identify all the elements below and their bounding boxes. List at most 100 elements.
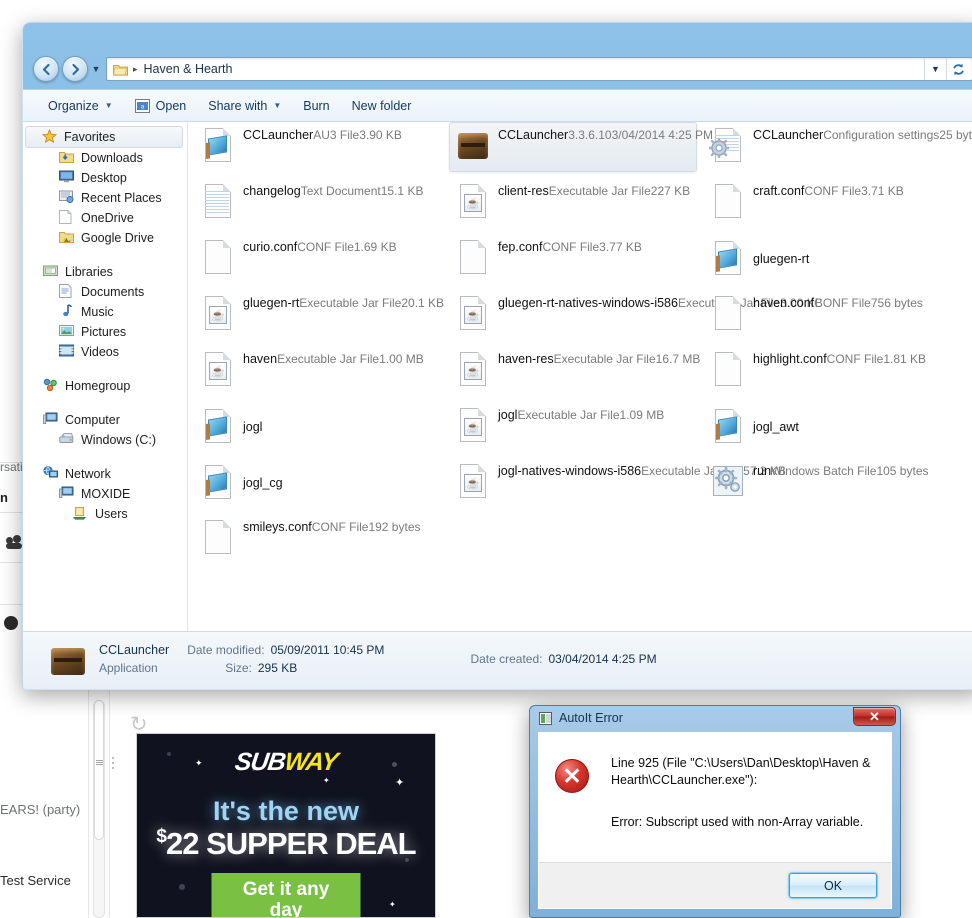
- chat-text-snippet: rsati: [0, 460, 23, 474]
- windows-explorer-window[interactable]: ▼ ▸ Haven & Hearth ▼ Organize ▼ a Open S…: [22, 22, 972, 690]
- burn-button[interactable]: Burn: [292, 95, 340, 117]
- organize-button[interactable]: Organize ▼: [37, 95, 124, 117]
- au3-script-icon: [711, 408, 743, 447]
- sidebar-item-desktop[interactable]: Desktop: [23, 168, 187, 188]
- navigation-pane[interactable]: Favorites Downloads Desktop Recent Place…: [23, 122, 188, 631]
- file-item[interactable]: runWindows Batch File105 bytes: [704, 458, 952, 508]
- sidebar-item-pictures[interactable]: Pictures: [23, 322, 187, 342]
- date-modified-value: 05/09/2011 10:45 PM: [270, 642, 385, 657]
- blank-file-icon: [201, 520, 233, 558]
- jar-file-icon: ☕: [456, 464, 488, 502]
- sidebar-item-onedrive[interactable]: OneDrive: [23, 208, 187, 228]
- sidebar-item-favorites[interactable]: Favorites: [25, 126, 183, 148]
- file-item[interactable]: ☕ client-resExecutable Jar File227 KB: [449, 178, 697, 228]
- overflow-dots-icon: [112, 757, 115, 772]
- share-with-button[interactable]: Share with ▼: [197, 95, 292, 117]
- file-item[interactable]: ☕ gluegen-rt-natives-windows-i586Executa…: [449, 290, 823, 340]
- error-x-icon: ✕: [555, 759, 589, 793]
- file-name: CCLauncher: [498, 128, 569, 142]
- network-icon: [43, 466, 59, 482]
- config-settings-icon: [709, 128, 743, 166]
- documents-icon: [59, 284, 75, 300]
- jar-file-icon: ☕: [456, 184, 488, 222]
- sidebar-item-computer[interactable]: Computer: [23, 410, 187, 430]
- sidebar-item-recent-places[interactable]: Recent Places: [23, 188, 187, 208]
- size-value: 295 KB: [257, 660, 298, 675]
- sidebar-item-documents[interactable]: Documents: [23, 282, 187, 302]
- background-scrollbar-thumb[interactable]: [94, 700, 104, 840]
- file-name: gluegen-rt: [753, 252, 810, 266]
- au3-script-icon: [201, 128, 233, 166]
- desktop-icon: [59, 170, 75, 186]
- file-item[interactable]: jogl_awt: [704, 402, 952, 452]
- breadcrumb-separator-icon: ▸: [133, 63, 138, 74]
- dialog-title-bar[interactable]: AutoIt Error ✕: [530, 706, 900, 730]
- file-size: 1.81 KB: [883, 352, 927, 366]
- autoit-app-icon: [539, 711, 552, 725]
- file-item[interactable]: ☕ haven-resExecutable Jar File16.7 MB: [449, 346, 700, 396]
- computer-icon: [43, 412, 59, 428]
- address-dropdown-chevron-down-icon[interactable]: ▼: [924, 58, 946, 80]
- sidebar-item-windows-c[interactable]: Windows (C:): [23, 430, 187, 450]
- file-item[interactable]: CCLauncherAU3 File3.90 KB: [194, 122, 442, 172]
- file-item[interactable]: ☕ jogl-natives-windows-i586Executable Ja…: [449, 458, 786, 508]
- subway-advertisement[interactable]: ✦ ✦ ✦ ✦ SUBWAY It's the new $22 SUPPER D…: [136, 733, 436, 918]
- recent-pages-chevron-down-icon[interactable]: ▼: [88, 64, 104, 74]
- file-item[interactable]: changelogText Document15.1 KB: [194, 178, 442, 228]
- file-name: jogl: [498, 408, 518, 422]
- file-name: CCLauncher: [243, 128, 314, 142]
- sidebar-item-users[interactable]: Users: [23, 504, 187, 524]
- sidebar-label: Downloads: [81, 151, 143, 165]
- file-item[interactable]: smileys.confCONF File192 bytes: [194, 514, 442, 564]
- sidebar-label: OneDrive: [81, 211, 134, 225]
- sidebar-label: Homegroup: [65, 379, 131, 393]
- file-item-selected[interactable]: CCLauncher3.3.6.103/04/2014 4:25 PM: [449, 122, 713, 172]
- breadcrumb-path[interactable]: Haven & Hearth: [144, 62, 924, 76]
- sidebar-item-music[interactable]: Music: [23, 302, 187, 322]
- sidebar-item-homegroup[interactable]: Homegroup: [23, 376, 187, 396]
- file-item[interactable]: jogl_cg: [194, 458, 442, 508]
- address-bar[interactable]: ▸ Haven & Hearth ▼: [106, 57, 972, 81]
- file-item[interactable]: gluegen-rt: [704, 234, 952, 284]
- error-message-line2: Error: Subscript used with non-Array var…: [611, 815, 864, 829]
- ad-cta-banner[interactable]: Get it any day after 4PM!: [211, 873, 361, 917]
- file-item[interactable]: fep.confCONF File3.77 KB: [449, 234, 697, 284]
- window-title-bar[interactable]: [23, 23, 972, 49]
- file-item[interactable]: highlight.confCONF File1.81 KB: [704, 346, 952, 396]
- sidebar-item-libraries[interactable]: Libraries: [23, 262, 187, 282]
- sidebar-item-google-drive[interactable]: Google Drive: [23, 228, 187, 248]
- sidebar-label: Google Drive: [81, 231, 154, 245]
- file-item[interactable]: haven.confCONF File756 bytes: [704, 290, 952, 340]
- file-list-pane[interactable]: CCLauncherAU3 File3.90 KB changelogText …: [188, 122, 972, 631]
- close-button[interactable]: ✕: [853, 707, 896, 726]
- file-item[interactable]: CCLauncherConfiguration settings25 bytes: [704, 122, 972, 172]
- sidebar-item-videos[interactable]: Videos: [23, 342, 187, 362]
- file-item[interactable]: ☕ joglExecutable Jar File1.09 MB: [449, 402, 697, 452]
- sidebar-label: Computer: [65, 413, 120, 427]
- file-item[interactable]: craft.confCONF File3.71 KB: [704, 178, 952, 228]
- file-item[interactable]: ☕ gluegen-rtExecutable Jar File20.1 KB: [194, 290, 444, 340]
- size-label: Size:: [225, 660, 252, 675]
- refresh-icon[interactable]: [946, 58, 970, 80]
- file-type: Text Document: [300, 184, 381, 198]
- autoit-error-dialog[interactable]: AutoIt Error ✕ ✕ Line 925 (File "C:\User…: [529, 705, 901, 918]
- back-button[interactable]: [33, 56, 59, 82]
- file-type: Executable Jar File: [553, 352, 656, 366]
- file-type: Windows Batch File: [771, 464, 877, 478]
- file-item[interactable]: jogl: [194, 402, 442, 452]
- open-button[interactable]: a Open: [124, 95, 198, 117]
- sidebar-label: Favorites: [64, 130, 116, 144]
- sidebar-item-network[interactable]: Network: [23, 464, 187, 484]
- homegroup-icon: [43, 378, 59, 394]
- ok-button[interactable]: OK: [788, 872, 878, 899]
- file-item[interactable]: curio.confCONF File1.69 KB: [194, 234, 442, 284]
- star-icon: ✦: [323, 776, 330, 785]
- new-folder-button[interactable]: New folder: [341, 95, 423, 117]
- file-item[interactable]: ☕ havenExecutable Jar File1.00 MB: [194, 346, 442, 396]
- file-name: highlight.conf: [753, 352, 827, 366]
- sidebar-item-moxide[interactable]: MOXIDE: [23, 484, 187, 504]
- libraries-icon: [43, 264, 59, 280]
- star-icon: [42, 129, 58, 145]
- sidebar-item-downloads[interactable]: Downloads: [23, 148, 187, 168]
- forward-button[interactable]: [62, 56, 88, 82]
